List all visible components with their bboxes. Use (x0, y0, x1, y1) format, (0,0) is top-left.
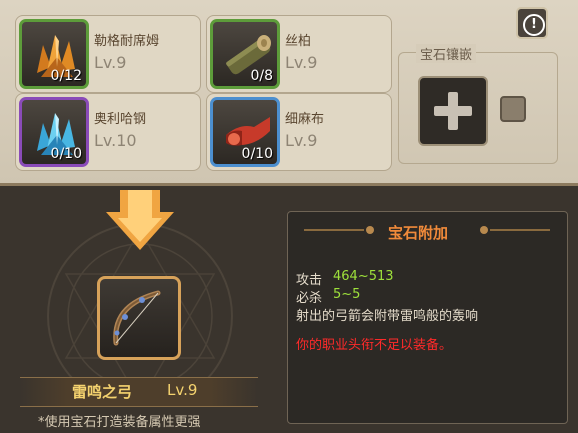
ornament-right-icon (480, 226, 550, 234)
material-card-3[interactable]: 0/10 奥利哈钢 Lv.10 (15, 93, 201, 171)
material-slot-1[interactable]: 0/12 (19, 19, 89, 89)
material-card-4[interactable]: 0/10 细麻布 Lv.9 (206, 93, 392, 171)
equip-warning: 你的职业头衔不足以装备。 (296, 338, 453, 353)
equipment-slot[interactable] (97, 276, 181, 360)
ornament-left-icon (304, 226, 374, 234)
materials-panel: 0/12 勒格耐席姆 Lv.9 0/8 丝柏 Lv.9 0/10 奥利哈钢 Lv… (0, 0, 578, 186)
info-button[interactable]: ! (516, 7, 548, 39)
add-gem-button[interactable] (418, 76, 488, 146)
material-name: 奥利哈钢 (94, 112, 147, 127)
material-name: 勒格耐席姆 (94, 34, 160, 49)
material-slot-3[interactable]: 0/10 (19, 97, 89, 167)
stat-label-crit: 必杀 (296, 291, 323, 306)
arrow-down-icon (106, 190, 174, 250)
stat-value-crit: 5~5 (333, 287, 361, 302)
exclamation-icon: ! (523, 14, 545, 36)
material-count: 0/10 (241, 146, 273, 162)
material-level: Lv.9 (94, 53, 127, 72)
gem-socket-title: 宝石镶嵌 (416, 44, 477, 63)
item-name: 雷鸣之弓 (72, 383, 133, 401)
stat-label-attack: 攻击 (296, 273, 323, 288)
bow-icon (113, 290, 161, 346)
material-card-2[interactable]: 0/8 丝柏 Lv.9 (206, 15, 392, 93)
attribute-title: 宝石附加 (388, 224, 449, 242)
material-slot-4[interactable]: 0/10 (210, 97, 280, 167)
material-slot-2[interactable]: 0/8 (210, 19, 280, 89)
gem-checkbox[interactable] (500, 96, 526, 122)
item-description: 射出的弓箭会附带雷鸣般的轰响 (296, 309, 479, 324)
hint-text: *使用宝石打造装备属性更强 (38, 415, 201, 430)
material-name: 细麻布 (285, 112, 325, 127)
item-level: Lv.9 (167, 381, 198, 399)
stat-value-attack: 464~513 (333, 269, 394, 284)
material-count: 0/10 (50, 146, 82, 162)
material-card-1[interactable]: 0/12 勒格耐席姆 Lv.9 (15, 15, 201, 93)
material-level: Lv.9 (285, 131, 318, 150)
material-name: 丝柏 (285, 34, 312, 49)
material-count: 0/8 (250, 68, 273, 84)
material-level: Lv.10 (94, 131, 137, 150)
material-count: 0/12 (50, 68, 82, 84)
item-name-banner (20, 377, 258, 407)
material-level: Lv.9 (285, 53, 318, 72)
